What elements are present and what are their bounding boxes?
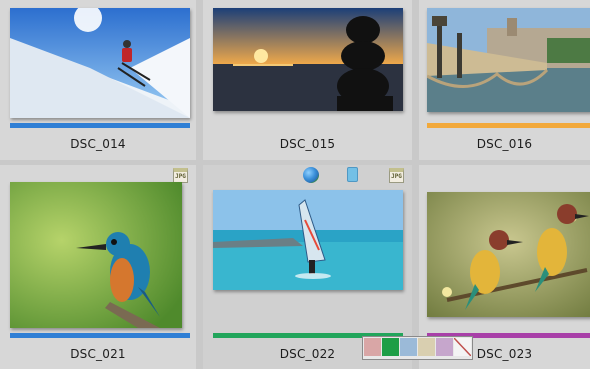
thumbnail-label: DSC_015 <box>279 137 336 151</box>
thumbnail-image-bee-eaters[interactable] <box>427 192 590 317</box>
thumbnail-cell-dsc-021[interactable]: JPG DSC_021 <box>0 165 196 369</box>
thumbnail-image-windsurfer[interactable] <box>213 190 403 290</box>
color-tag-bar <box>10 333 190 338</box>
color-label-palette <box>362 336 473 360</box>
color-swatch-red[interactable] <box>364 338 381 356</box>
color-tag-bar <box>10 123 190 128</box>
globe-icon[interactable] <box>303 167 319 183</box>
color-swatch-yellow[interactable] <box>418 338 435 356</box>
thumbnail-image-kingfisher[interactable] <box>10 182 182 328</box>
thumbnail-image-bridge[interactable] <box>427 8 590 112</box>
jpg-icon: JPG <box>173 168 188 183</box>
thumbnail-cell-dsc-016[interactable]: DSC_016 <box>419 0 590 160</box>
thumbnail-cell-dsc-014[interactable]: DSC_014 <box>0 0 196 160</box>
color-swatch-blue[interactable] <box>400 338 417 356</box>
jpg-icon: JPG <box>389 168 404 183</box>
thumbnail-cell-dsc-015[interactable]: DSC_015 <box>203 0 412 160</box>
thumbnail-image-sunset-stones[interactable] <box>213 8 403 111</box>
color-swatch-purple[interactable] <box>436 338 453 356</box>
thumbnail-label: DSC_014 <box>70 137 126 151</box>
thumbnail-label: DSC_016 <box>476 137 533 151</box>
color-swatch-green[interactable] <box>382 338 399 356</box>
rotate-icon[interactable] <box>347 167 358 182</box>
color-tag-bar <box>427 123 590 128</box>
thumbnail-image-skier[interactable] <box>10 8 190 118</box>
color-swatch-none[interactable] <box>454 338 471 356</box>
thumbnail-label: DSC_021 <box>70 347 126 361</box>
